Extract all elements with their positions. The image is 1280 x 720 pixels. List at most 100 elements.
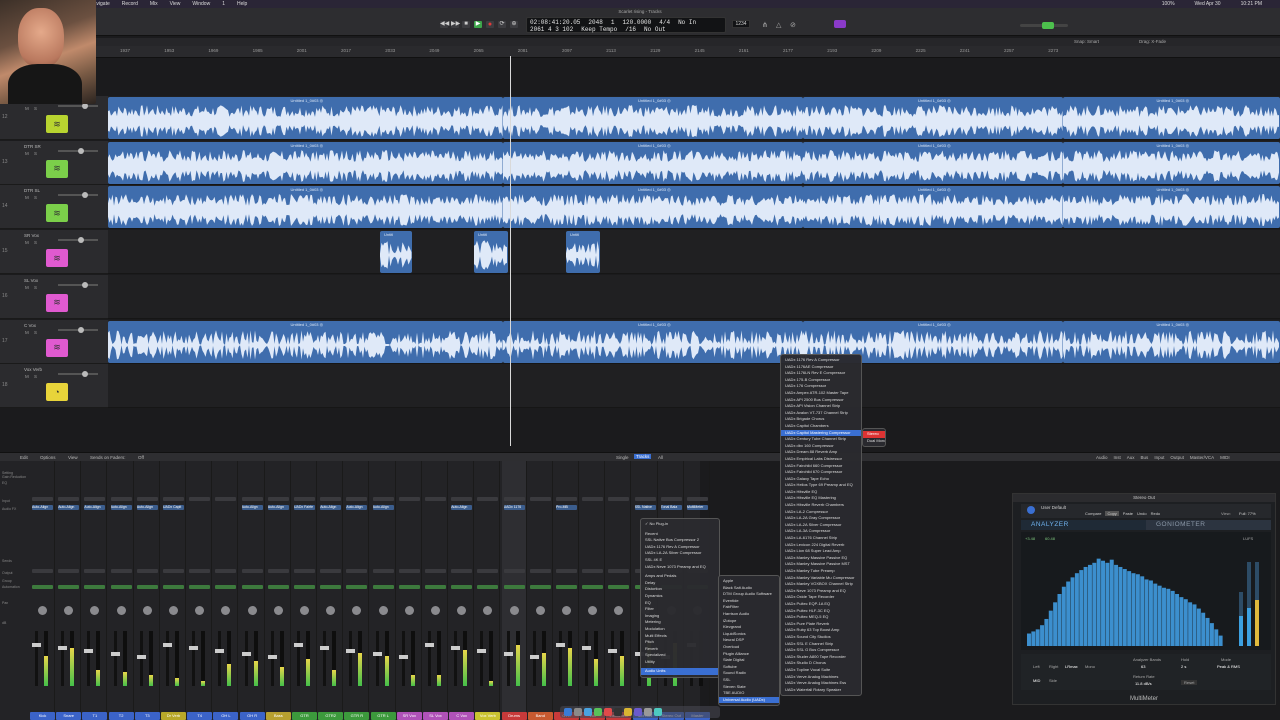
automation-read-button[interactable] — [136, 585, 158, 589]
audio-region[interactable]: Untitl — [474, 231, 508, 274]
fader-cap[interactable] — [163, 643, 172, 647]
filter-button[interactable]: Master/VCA — [1190, 455, 1214, 460]
output-slot[interactable] — [346, 569, 368, 573]
volume-fader[interactable] — [503, 631, 513, 686]
track-name[interactable]: DTR SR — [24, 144, 41, 149]
output-slot[interactable] — [398, 569, 420, 573]
volume-fader[interactable] — [372, 631, 382, 686]
audio-region[interactable]: Untitled 1_0#03 ◎ — [108, 186, 503, 229]
output-slot[interactable] — [320, 569, 342, 573]
menu-item[interactable]: LiquidSonics — [719, 631, 779, 638]
track-icon[interactable]: ≋ — [46, 115, 68, 133]
input-slot[interactable] — [58, 497, 80, 501]
fader-cap[interactable] — [451, 646, 461, 650]
lcd-display[interactable]: 02:08:41:20.05 2048 1 120.0000 4/4 No In 2061… — [526, 17, 726, 33]
mute-solo-buttons[interactable]: M S — [25, 240, 39, 245]
menu-item[interactable]: UADx Verve Analog Machines Ess — [781, 680, 861, 687]
cycle-button[interactable]: ⟳ — [498, 21, 506, 28]
volume-fader[interactable] — [267, 631, 277, 686]
volume-fader[interactable] — [582, 631, 592, 686]
channel-name[interactable]: GTR L — [370, 712, 396, 720]
output-slot[interactable] — [294, 569, 315, 573]
output-slot[interactable] — [241, 569, 263, 573]
track-name[interactable]: C Vox — [24, 323, 36, 328]
volume-fader[interactable] — [58, 631, 68, 686]
menu-item[interactable]: UADx Galaxy Tape Echo — [781, 476, 861, 483]
audio-fx-slot[interactable]: Auto-Align — [58, 505, 80, 510]
menu-item[interactable]: Sound Radix — [719, 670, 779, 677]
automation-read-button[interactable] — [189, 585, 211, 589]
menu-item[interactable]: UADx Capitol Mastering Compressor — [781, 429, 861, 437]
track-lane[interactable]: Untitled 1_0#03 ◎ Untitled 1_0#03 ◎ Untitl… — [108, 185, 1280, 230]
pan-knob[interactable] — [562, 606, 571, 615]
logic-icon[interactable] — [614, 708, 622, 716]
pan-knob[interactable] — [38, 606, 47, 615]
fader-cap[interactable] — [189, 646, 199, 650]
preset-action-button[interactable]: Redo — [1151, 511, 1161, 516]
audio-region[interactable]: Untitled 1_0#03 ◎ — [1063, 320, 1280, 363]
automation-read-button[interactable] — [425, 585, 446, 589]
menu-item[interactable]: Audio Units — [641, 668, 719, 676]
filter-button[interactable]: Aux — [1127, 455, 1135, 460]
hold-value[interactable]: 2 s — [1181, 664, 1186, 669]
menu-item[interactable]: UADx Oxide Tape Recorder — [781, 594, 861, 601]
fader-cap[interactable] — [477, 649, 487, 653]
app2-icon[interactable] — [654, 708, 662, 716]
mixer-edit-menu[interactable]: Edit — [20, 455, 28, 460]
menu-item[interactable]: UADx Hitsville EQ Mastering — [781, 495, 861, 502]
stop-button[interactable]: ■ — [462, 21, 470, 28]
audio-region[interactable]: Untitled 1_0#03 ◎ — [1063, 186, 1280, 229]
audio-region[interactable]: Untitled 1_0#03 ◎ — [503, 141, 803, 184]
capture-button[interactable]: ⊕ — [510, 21, 518, 28]
power-icon[interactable] — [1027, 506, 1035, 514]
mute-solo-buttons[interactable]: M S — [25, 151, 39, 156]
track-volume-slider[interactable] — [58, 326, 98, 333]
menu-item[interactable]: Specialized — [641, 652, 719, 659]
rewind-button[interactable]: ◀◀ — [440, 21, 449, 28]
menu-item[interactable]: Imaging — [641, 613, 719, 620]
menu-item[interactable]: UADx Fairchild 670 Compressor — [781, 469, 861, 476]
fader-cap[interactable] — [84, 649, 94, 653]
filter-button[interactable]: Output — [1170, 455, 1184, 460]
menu-item[interactable]: UADx API 2500 Bus Compressor — [781, 397, 861, 404]
metronome-icon[interactable]: △ — [776, 21, 781, 29]
audio-region[interactable]: Untitled 1_0#03 ◎ — [108, 141, 503, 184]
channel-name[interactable]: T4 — [187, 712, 213, 720]
output-slot[interactable] — [163, 569, 184, 573]
menu-item[interactable]: UADx LA-2A Silver Compressor — [781, 522, 861, 529]
analyzer-tab[interactable]: ANALYZER — [1021, 520, 1146, 530]
menu-item[interactable]: UADx Neve 1073 Preamp and EQ — [641, 564, 719, 571]
drag-value[interactable]: X-Fade — [1151, 39, 1166, 44]
menu-item[interactable]: Klevgrand — [719, 624, 779, 631]
input-slot[interactable] — [163, 497, 184, 501]
menu-item[interactable]: Reverb — [641, 646, 719, 653]
audio-region[interactable]: Untitled 1_0#03 ◎ — [803, 186, 1063, 229]
reset-button[interactable]: Reset — [1181, 680, 1198, 685]
menu-item[interactable]: UADx Helios Type 69 Preamp and EQ — [781, 482, 861, 489]
channel-strip[interactable]: Band — [527, 461, 553, 720]
menu-item[interactable]: UADx Topline Vocal Suite — [781, 667, 861, 674]
channel-strip[interactable]: OH L — [213, 461, 239, 720]
audio-region[interactable]: Untitled 1_0#03 ◎ — [1063, 97, 1280, 139]
menu-help[interactable]: Help — [237, 1, 247, 7]
channel-strip[interactable]: Auto-Align Kick — [30, 461, 55, 720]
automation-read-button[interactable] — [477, 585, 499, 589]
channel-name[interactable]: Snare — [56, 712, 82, 720]
automation-read-button[interactable] — [503, 585, 525, 589]
ctrl-left[interactable]: Left — [1033, 664, 1040, 669]
output-slot[interactable] — [556, 569, 577, 573]
volume-fader[interactable] — [346, 631, 356, 686]
fader-cap[interactable] — [136, 655, 146, 659]
audio-region[interactable]: Untitled 1_0#03 ◎ — [503, 97, 803, 139]
menu-item[interactable]: Utility — [641, 659, 719, 666]
input-slot[interactable] — [477, 497, 499, 501]
menu-item[interactable]: Apple — [719, 578, 779, 585]
output-slot[interactable] — [136, 569, 158, 573]
mixer-options-menu[interactable]: Options — [40, 455, 56, 460]
input-slot[interactable] — [84, 497, 106, 501]
ctrl-mid[interactable]: MID — [1033, 678, 1040, 683]
menu-item[interactable]: UADx 1176 Rev A Compressor — [641, 544, 719, 551]
input-slot[interactable] — [189, 497, 211, 501]
channel-strip[interactable]: Vox Verb — [475, 461, 501, 720]
track-icon[interactable]: ≋ — [46, 249, 68, 268]
